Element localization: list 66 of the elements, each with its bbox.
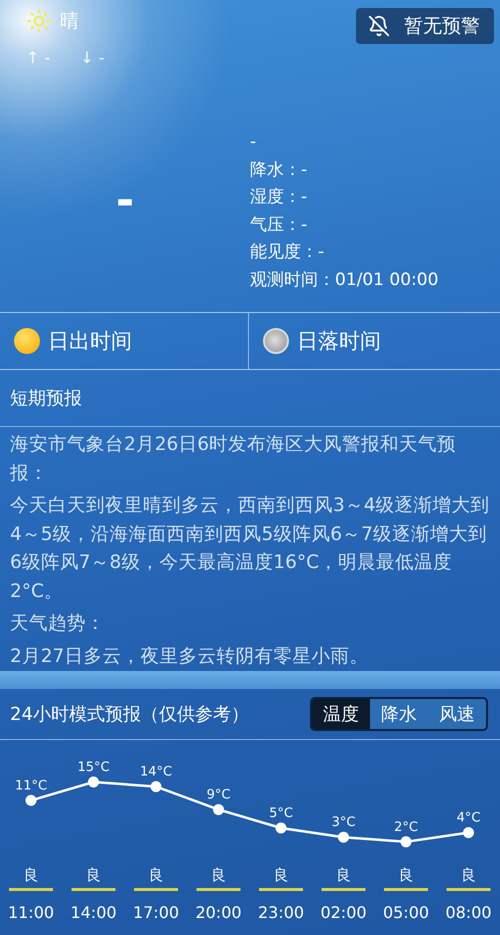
temperature-point [88,776,99,788]
sun-icon [14,328,40,354]
chart-tab[interactable]: 风速 [428,699,486,729]
current-temperature: - [116,178,134,222]
detail-line: 降水：- [250,158,308,182]
sun-time-label: 日落时间 [297,328,381,355]
detail-line: 气压：- [250,214,308,236]
time-label: 17:00 [132,903,180,922]
temperature-label: 2°C [394,820,418,835]
forecast-paragraph: 2月27日多云，夜里多云转阴有零星小雨。 [10,644,370,668]
sun-icon [26,8,52,34]
air-quality-label: 良 [461,866,476,884]
weather-condition: 晴 [60,9,79,34]
temperature-label: 15°C [77,760,110,775]
low-temperature: ↓ - [80,48,105,67]
temperature-point [338,832,349,843]
bell-off-icon [368,15,390,37]
chart-tab[interactable]: 降水 [370,699,428,729]
sun-time-label: 日出时间 [48,328,132,355]
air-quality-bar [9,888,53,891]
air-quality-bar [384,888,428,891]
alert-button[interactable]: 暂无预警 [356,8,494,44]
time-label: 02:00 [320,903,367,922]
moon-icon [263,328,289,354]
high-temperature: ↑ - [26,48,50,67]
temperature-point [276,822,286,834]
section-title: 短期预报 [0,370,500,427]
air-quality-bar [72,888,116,891]
air-quality-label: 良 [274,866,288,884]
temperature-point [463,827,474,838]
air-quality-bar [446,888,490,891]
detail-line: 能见度：- [250,241,326,264]
temperature-point [150,781,162,792]
time-label: 23:00 [258,903,304,922]
air-quality-label: 良 [336,866,351,884]
air-quality-bar [196,888,240,891]
temperature-label: 11°C [14,778,48,794]
air-quality-label: 良 [148,866,164,884]
forecast-paragraph: 海安市气象台2月26日6时发布海区大风警报和天气预报： [10,433,458,486]
time-label: 20:00 [195,903,242,922]
temperature-point [213,804,224,816]
temperature-label: 4°C [456,810,480,826]
time-label: 11:00 [8,903,54,922]
air-quality-bar [134,888,178,891]
detail-line: 观测时间：01/01 00:00 [250,268,438,292]
temperature-label: 5°C [269,806,293,821]
temperature-point [400,836,412,848]
air-quality-label: 良 [398,866,414,884]
air-quality-label: 良 [211,866,226,884]
temperature-point [26,794,36,806]
temperature-label: 3°C [332,815,356,830]
temperature-label: 9°C [206,788,230,803]
time-label: 08:00 [445,903,492,922]
forecast-paragraph: 今天白天到夜里晴到多云，西南到西风3～4级逐渐增大到4～5级，沿海海面西南到西风5级阵风6～7级逐渐增大到6级阵风7～8级，今天最高温度16°C，明晨最低温度2°C。 [10,494,490,604]
air-quality-label: 良 [86,866,101,884]
time-label: 05:00 [382,903,430,922]
chart-tab[interactable]: 温度 [312,699,370,729]
section-title: 24小时模式预报（仅供参考） [10,703,249,726]
detail-title: - [250,131,258,154]
air-quality-bar [259,888,303,891]
temperature-label: 14°C [140,764,172,780]
air-quality-label: 良 [24,866,38,884]
forecast-paragraph: 天气趋势： [10,612,106,636]
detail-line: 湿度：- [250,186,308,209]
time-label: 14:00 [70,903,117,922]
air-quality-bar [322,888,366,891]
